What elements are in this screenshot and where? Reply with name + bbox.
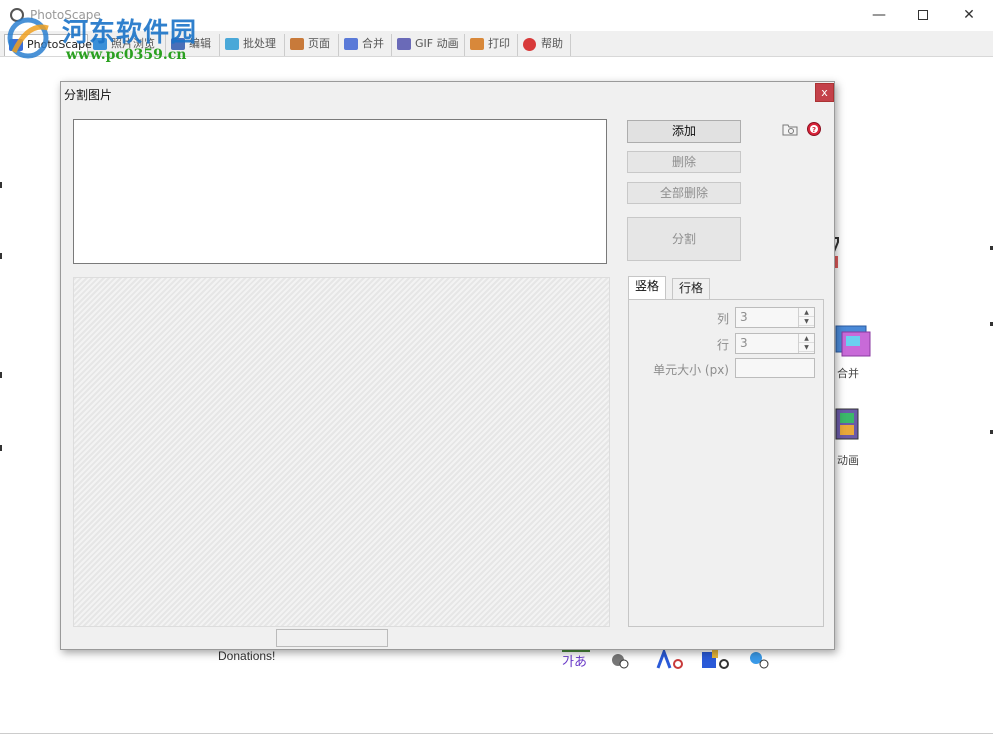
- tab-label: 合并: [362, 37, 384, 50]
- dialog-body: 添加 删除 全部删除 分割 ? 竖格 行格 列 3 ▲ ▼ 行 3 ▲ ▼ 单元…: [62, 106, 833, 648]
- combine-feature-label: 合并: [837, 367, 859, 380]
- rows-label: 行: [716, 338, 729, 352]
- maximize-icon: [918, 10, 928, 20]
- delete-button[interactable]: 删除: [627, 151, 741, 173]
- chevron-up-icon[interactable]: ▲: [799, 334, 814, 343]
- bottom-tool-icons: 가あ: [562, 648, 769, 670]
- columns-label: 列: [716, 312, 729, 326]
- edge-mark: [0, 182, 2, 188]
- minimize-button[interactable]: —: [856, 0, 902, 31]
- gif-feature-icon[interactable]: [830, 405, 866, 449]
- tab-page[interactable]: 页面: [286, 34, 339, 56]
- svg-text:?: ?: [812, 126, 816, 134]
- tab-label: 打印: [488, 37, 510, 50]
- print-icon: [470, 38, 484, 50]
- combine-feature-icon[interactable]: [830, 320, 874, 364]
- window-bottom-border: [0, 733, 993, 734]
- page-icon: [290, 38, 304, 50]
- watermark-logo-icon: [7, 17, 49, 59]
- help-icon[interactable]: ?: [806, 122, 822, 136]
- gif-icon: [397, 38, 411, 50]
- close-button[interactable]: ✕: [946, 0, 992, 31]
- tab-batch[interactable]: 批处理: [221, 34, 285, 56]
- open-folder-icon[interactable]: [782, 122, 798, 136]
- tab-rows[interactable]: 行格: [672, 278, 711, 299]
- tab-combine[interactable]: 合并: [340, 34, 392, 56]
- gif-feature-label: 动画: [837, 454, 859, 467]
- chevron-down-icon[interactable]: ▼: [799, 343, 814, 352]
- status-box: [276, 629, 388, 647]
- batch-icon: [225, 38, 239, 50]
- grid-options-panel: 列 3 ▲ ▼ 行 3 ▲ ▼ 单元大小 (px): [628, 299, 824, 627]
- help-icon: [523, 38, 536, 51]
- file-list[interactable]: [73, 119, 607, 264]
- chevron-up-icon[interactable]: ▲: [799, 308, 814, 317]
- stepper-arrows[interactable]: ▲ ▼: [798, 334, 814, 353]
- stepper-arrows[interactable]: ▲ ▼: [798, 308, 814, 327]
- watermark-title: 河东软件园: [62, 18, 198, 48]
- tab-columns[interactable]: 竖格: [628, 276, 667, 300]
- columns-stepper[interactable]: 3 ▲ ▼: [735, 307, 815, 328]
- svg-text:가あ: 가あ: [562, 655, 587, 670]
- cell-size-input[interactable]: [735, 358, 815, 378]
- photoscape-window: PhotoScape — ✕ PhotoScape 照片浏览 编辑 批处理 页面…: [0, 0, 993, 736]
- image-preview-area[interactable]: [73, 277, 610, 627]
- maximize-button[interactable]: [900, 0, 946, 31]
- tab-print[interactable]: 打印: [466, 34, 518, 56]
- edge-mark: [0, 253, 2, 259]
- tab-help[interactable]: 帮助: [519, 34, 571, 56]
- chevron-down-icon[interactable]: ▼: [799, 317, 814, 326]
- edge-mark: [0, 372, 2, 378]
- tab-label: 帮助: [541, 37, 563, 50]
- split-image-dialog: 分割图片 x 添加 删除 全部删除 分割 ? 竖格 行格 列 3 ▲ ▼ 行 3…: [60, 81, 835, 650]
- add-button[interactable]: 添加: [627, 120, 741, 143]
- tab-label: GIF 动画: [415, 37, 459, 50]
- tab-gif[interactable]: GIF 动画: [393, 34, 465, 56]
- dialog-title: 分割图片: [64, 88, 113, 102]
- edge-mark: [0, 445, 2, 451]
- split-button[interactable]: 分割: [627, 217, 741, 261]
- rows-value: 3: [740, 336, 748, 350]
- donations-link[interactable]: Donations!: [218, 649, 275, 663]
- tab-label: 批处理: [243, 37, 276, 50]
- watermark-url: www.pc0359.cn: [66, 47, 187, 63]
- rows-stepper[interactable]: 3 ▲ ▼: [735, 333, 815, 354]
- combine-icon: [344, 38, 358, 50]
- dialog-close-button[interactable]: x: [815, 83, 834, 102]
- tab-label: 页面: [308, 37, 330, 50]
- cell-size-label: 单元大小 (px): [653, 363, 729, 377]
- columns-value: 3: [740, 310, 748, 324]
- delete-all-button[interactable]: 全部删除: [627, 182, 741, 204]
